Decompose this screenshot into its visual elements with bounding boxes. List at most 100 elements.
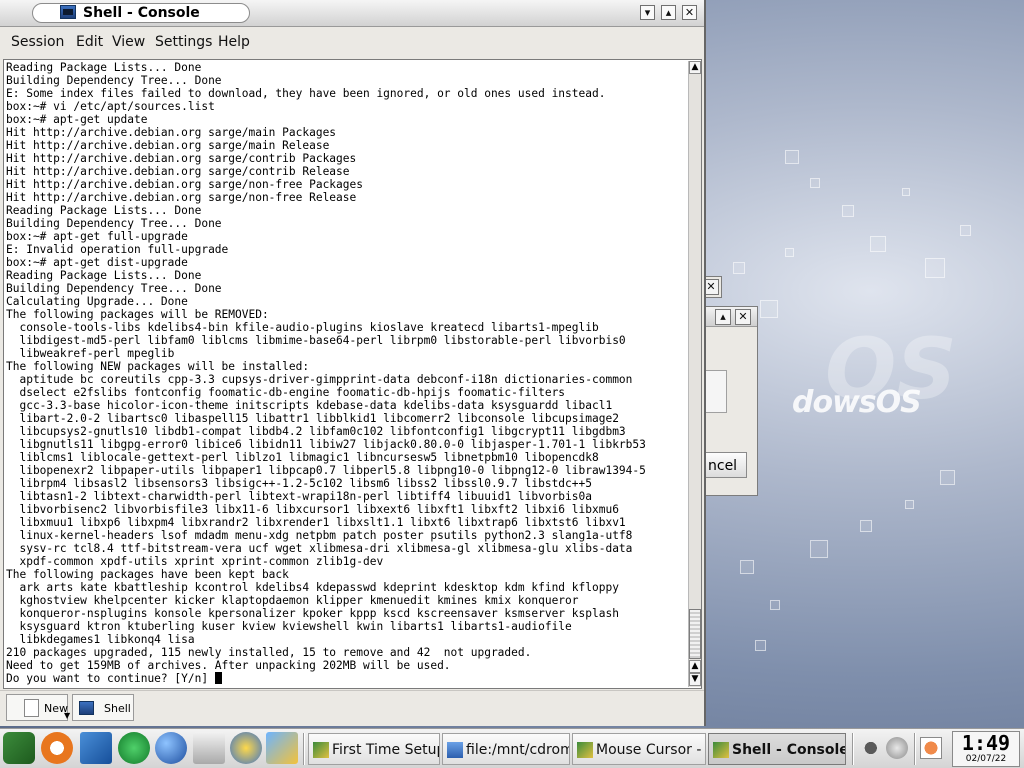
wallpaper-logo: dowsOS — [792, 385, 922, 420]
terminal-line: libgnutls11 libgpg-error0 libice6 libidn… — [6, 438, 646, 451]
terminal-output[interactable]: Reading Package Lists... Done Building De… — [6, 61, 686, 687]
globe-icon[interactable] — [155, 732, 187, 764]
terminal-line: Hit http://archive.debian.org sarge/main… — [6, 139, 330, 152]
wallpaper-square — [960, 225, 971, 236]
settings-icon[interactable] — [886, 737, 908, 759]
wallpaper-square — [785, 150, 799, 164]
terminal-line: sysv-rc tcl8.4 ttf-bitstream-vera ucf wg… — [6, 542, 633, 555]
menu-view[interactable]: View — [112, 34, 145, 50]
window-title: Shell - Console — [83, 5, 200, 21]
wallpaper-square — [902, 188, 910, 196]
wallpaper-square — [760, 300, 778, 318]
konsole-window[interactable]: Shell - Console ▾ ▴ ✕ Session Edit View … — [0, 0, 706, 726]
terminal-icon[interactable] — [60, 5, 76, 19]
background-maximize-button[interactable]: ▴ — [715, 309, 731, 325]
background-dialog-field — [705, 370, 727, 413]
terminal-line: Hit http://archive.debian.org sarge/cont… — [6, 165, 350, 178]
task-file-manager[interactable]: file:/mnt/cdrom1 — [442, 733, 570, 765]
task-mouse-cursor[interactable]: Mouse Cursor - — [572, 733, 706, 765]
terminal-frame: Reading Package Lists... Done Building De… — [3, 59, 702, 689]
task-label: Shell - Console — [732, 742, 846, 758]
terminal-line: libopenexr2 libpaper-utils libpaper1 lib… — [6, 464, 646, 477]
terminal-line: xpdf-common xpdf-utils xprint xprint-com… — [6, 555, 384, 568]
terminal-line: Do you want to continue? [Y/n] — [6, 672, 686, 685]
minimize-button[interactable]: ▾ — [640, 5, 655, 20]
cube-icon[interactable] — [80, 732, 112, 764]
menu-help[interactable]: Help — [218, 34, 250, 50]
wallpaper-square — [940, 470, 955, 485]
terminal-line: The following NEW packages will be insta… — [6, 360, 310, 373]
terminal-line: console-tools-libs kdelibs4-bin kfile-au… — [6, 321, 599, 334]
terminal-line: konqueror-nsplugins konsole kpersonalize… — [6, 607, 619, 620]
scroll-down-arrow-icon[interactable]: ▼ — [689, 673, 701, 686]
background-close-button[interactable]: ✕ — [735, 309, 751, 325]
terminal-line: Reading Package Lists... Done — [6, 61, 202, 74]
clock[interactable]: 1:49 02/07/22 — [952, 731, 1020, 767]
pen-icon[interactable] — [266, 732, 298, 764]
terminal-line: libkdegames1 libkonq4 lisa — [6, 633, 195, 646]
menu-settings[interactable]: Settings — [155, 34, 212, 50]
new-session-icon — [24, 699, 39, 717]
scroll-up-arrow-icon[interactable]: ▲ — [689, 660, 701, 673]
shell-session-label: Shell — [104, 702, 131, 715]
volume-icon[interactable] — [862, 737, 884, 759]
kde-menu-icon[interactable] — [3, 732, 35, 764]
terminal-line: The following packages have been kept ba… — [6, 568, 289, 581]
terminal-line: Hit http://archive.debian.org sarge/non-… — [6, 178, 363, 191]
terminal-icon — [79, 701, 94, 715]
vertical-scrollbar[interactable]: ▲ ▲ ▼ — [688, 61, 701, 687]
terminal-line: Building Dependency Tree... Done — [6, 217, 222, 230]
scroll-up-arrow-icon[interactable]: ▲ — [689, 61, 701, 74]
power-icon[interactable] — [920, 737, 942, 759]
printer-icon[interactable] — [193, 732, 225, 764]
runner-icon[interactable] — [118, 732, 150, 764]
scrollbar-thumb[interactable] — [689, 609, 701, 659]
network-icon[interactable] — [230, 732, 262, 764]
task-label: file:/mnt/cdrom1 — [466, 742, 569, 758]
terminal-line: libcupsys2-gnutls10 libdb1-compat libdb4… — [6, 425, 626, 438]
text-cursor — [214, 672, 222, 684]
terminal-line: The following packages will be REMOVED: — [6, 308, 269, 321]
wallpaper-square — [842, 205, 854, 217]
terminal-line: linux-kernel-headers lsof mdadm menu-xdg… — [6, 529, 633, 542]
shell-session-tab[interactable]: Shell — [72, 694, 134, 721]
wallpaper-square — [870, 236, 886, 252]
taskbar-separator — [914, 733, 916, 765]
close-button[interactable]: ✕ — [682, 5, 697, 20]
terminal-line: libxmuu1 libxp6 libxpm4 libxrandr2 libxr… — [6, 516, 626, 529]
menu-edit[interactable]: Edit — [76, 34, 103, 50]
terminal-line: libart-2.0-2 libartsc0 libaspell15 libat… — [6, 412, 619, 425]
chevron-down-icon[interactable]: ▼ — [64, 711, 70, 720]
task-label: First Time Setup — [332, 742, 440, 758]
session-tab-bar: New ▼ Shell — [0, 690, 704, 726]
terminal-line: box:~# apt-get dist-upgrade — [6, 256, 188, 269]
wallpaper-square — [740, 560, 754, 574]
window-titlebar[interactable]: Shell - Console ▾ ▴ ✕ — [0, 0, 704, 27]
setup-icon — [713, 742, 729, 758]
terminal-line: E: Some index files failed to download, … — [6, 87, 606, 100]
folder-icon — [447, 742, 463, 758]
clock-date: 02/07/22 — [965, 754, 1007, 764]
new-session-tab[interactable]: New ▼ — [6, 694, 70, 721]
menu-session[interactable]: Session — [11, 34, 64, 50]
wallpaper-square — [925, 258, 945, 278]
task-shell-console[interactable]: Shell - Console — [708, 733, 846, 765]
terminal-line: Building Dependency Tree... Done — [6, 282, 222, 295]
setup-icon — [577, 742, 593, 758]
maximize-button[interactable]: ▴ — [661, 5, 676, 20]
wallpaper-square — [810, 178, 820, 188]
terminal-line: box:~# vi /etc/apt/sources.list — [6, 100, 215, 113]
background-dialog-cancel-button[interactable]: ncel — [699, 452, 747, 478]
terminal-line: aptitude bc coreutils cpp-3.3 cupsys-dri… — [6, 373, 633, 386]
wallpaper-square — [755, 640, 766, 651]
terminal-line: librpm4 libsasl2 libsensors3 libsigc++-1… — [6, 477, 592, 490]
taskbar-separator — [852, 733, 854, 765]
task-first-time-setup[interactable]: First Time Setup — [308, 733, 440, 765]
terminal-line: E: Invalid operation full-upgrade — [6, 243, 229, 256]
terminal-line: liblcms1 liblocale-gettext-perl liblzo1 … — [6, 451, 599, 464]
clock-time: 1:49 — [961, 731, 1011, 755]
task-label: Mouse Cursor - — [596, 742, 702, 758]
lifejacket-icon[interactable] — [41, 732, 73, 764]
terminal-line: Need to get 159MB of archives. After unp… — [6, 659, 451, 672]
terminal-line: libdigest-md5-perl libfam0 liblcms libmi… — [6, 334, 626, 347]
